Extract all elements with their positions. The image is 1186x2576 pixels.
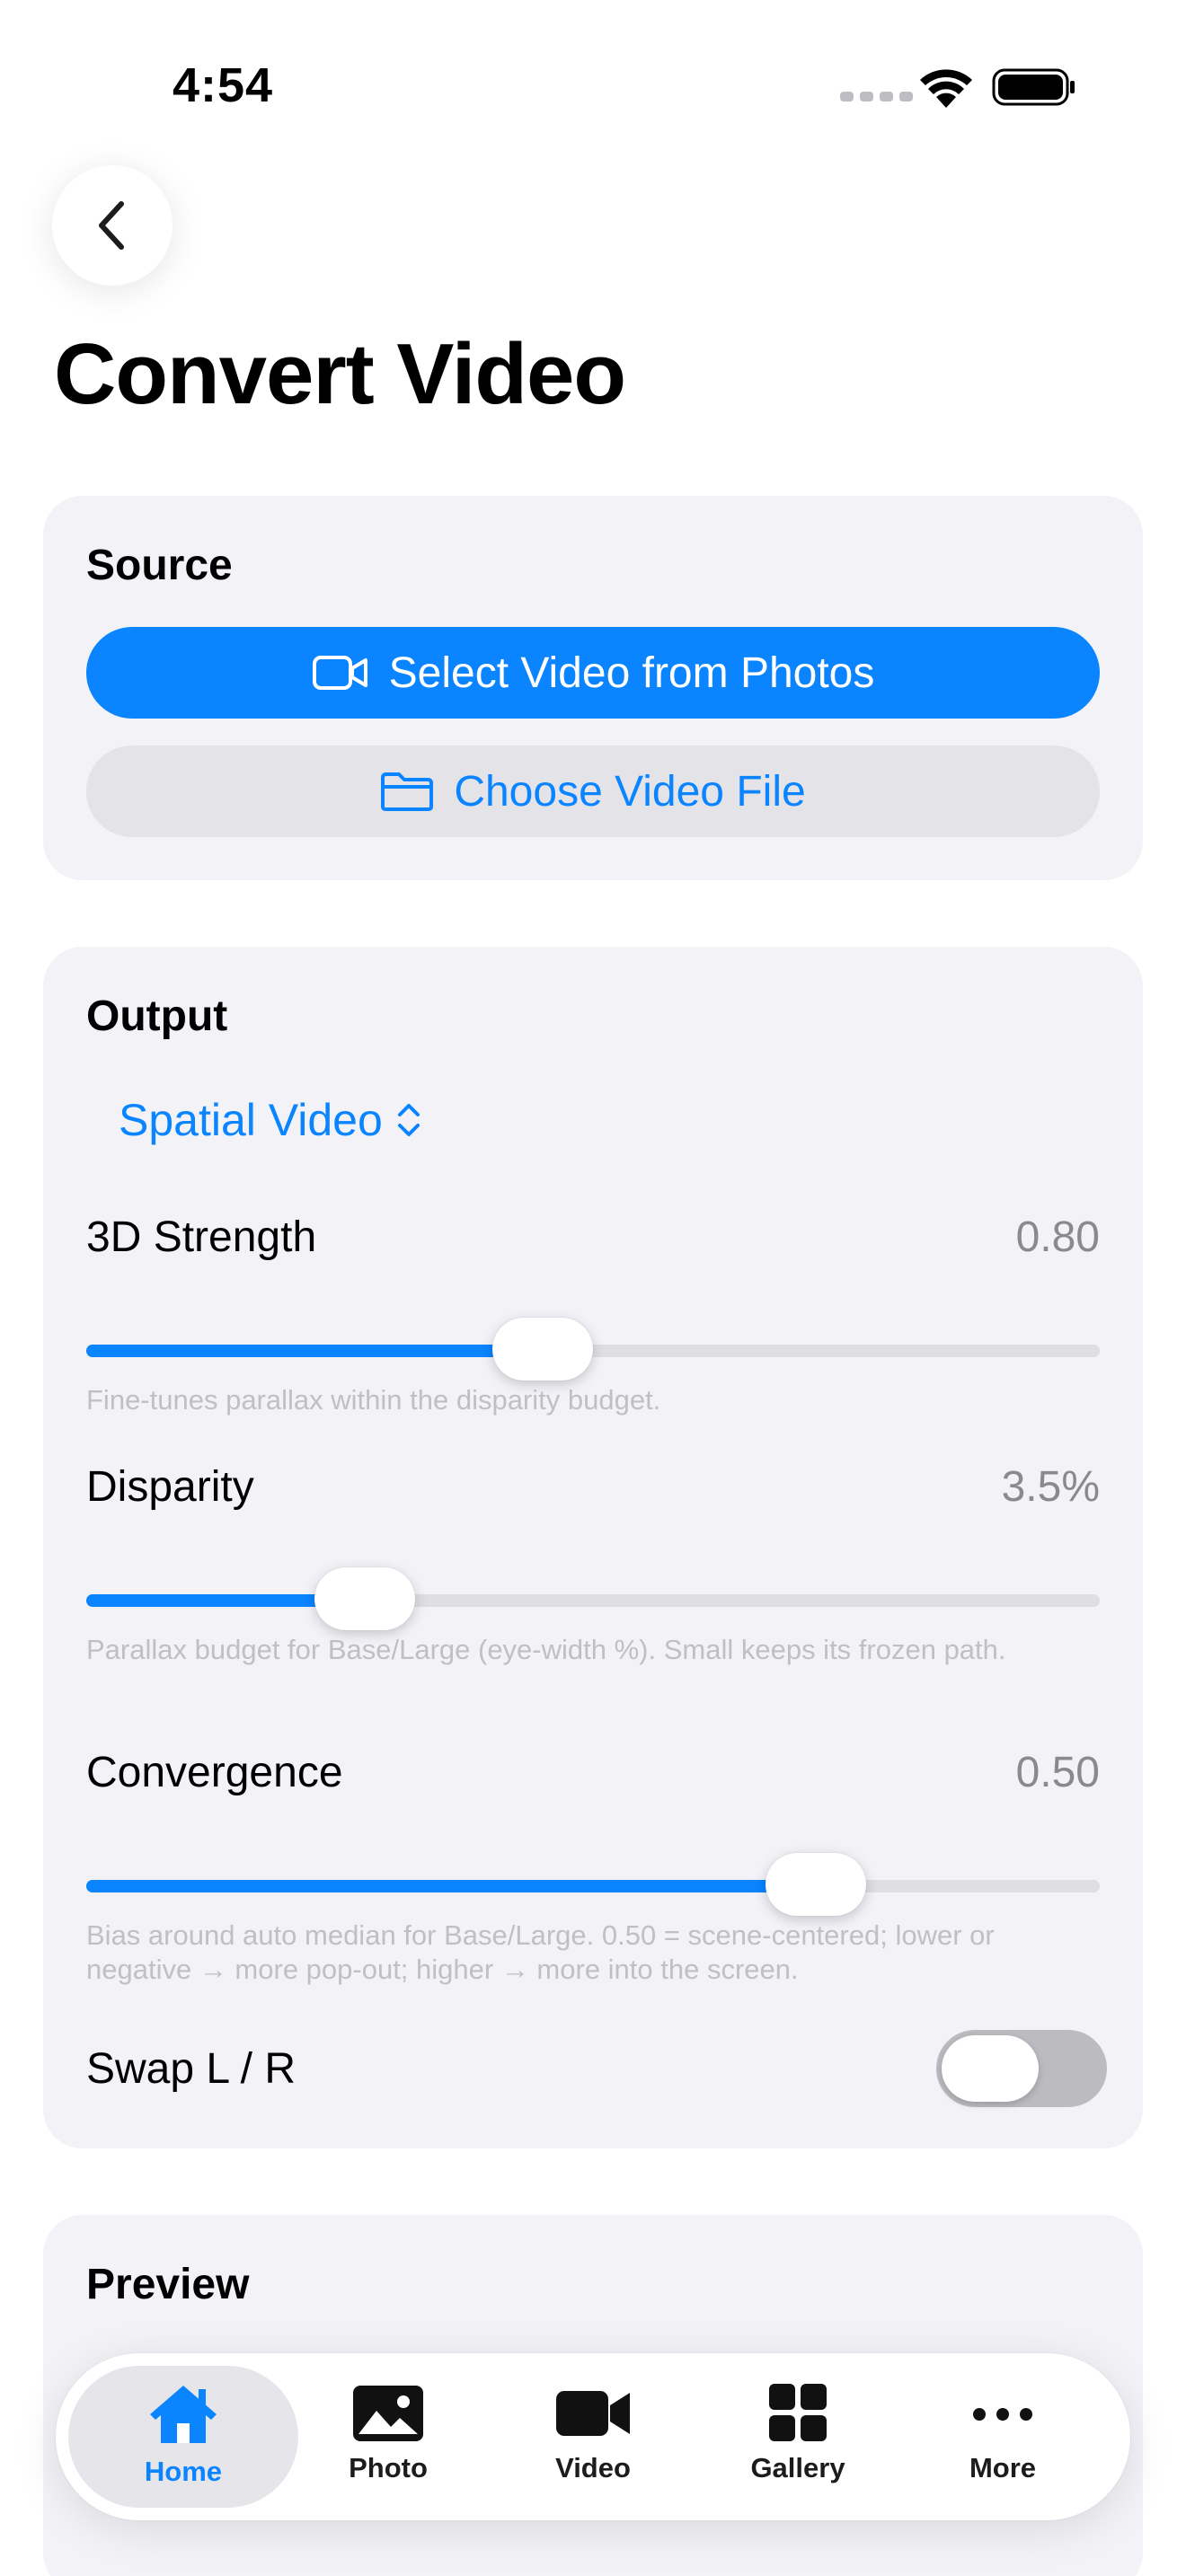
folder-icon — [381, 772, 434, 811]
toggle-knob — [942, 2035, 1039, 2102]
tab-more[interactable]: More — [913, 2353, 1093, 2520]
tab-label: Video — [555, 2452, 631, 2483]
video-camera-icon — [312, 656, 367, 690]
swap-label: Swap L / R — [86, 2045, 296, 2093]
house-icon — [150, 2386, 217, 2443]
video-camera-icon — [556, 2391, 630, 2436]
wifi-icon — [920, 69, 972, 108]
swap-toggle[interactable] — [936, 2030, 1107, 2107]
tab-home[interactable]: Home — [93, 2353, 273, 2520]
tab-label: More — [969, 2452, 1037, 2483]
photo-icon — [353, 2386, 423, 2441]
source-title: Source — [86, 542, 233, 589]
chevron-left-icon — [99, 201, 124, 250]
status-bar: 4:54 — [0, 0, 1186, 171]
disparity-label: Disparity — [86, 1463, 254, 1511]
disparity-value: 3.5% — [1001, 1463, 1100, 1511]
strength-help: Fine-tunes parallax within the disparity… — [86, 1384, 661, 1416]
output-format-picker[interactable]: Spatial Video — [119, 1094, 422, 1146]
output-title: Output — [86, 992, 228, 1040]
strength-value: 0.80 — [1015, 1213, 1100, 1261]
tab-video[interactable]: Video — [503, 2353, 683, 2520]
convergence-label: Convergence — [86, 1749, 343, 1796]
page-title: Convert Video — [54, 326, 626, 422]
disparity-help: Parallax budget for Base/Large (eye-widt… — [86, 1634, 1006, 1665]
select-video-from-photos-button[interactable]: Select Video from Photos — [86, 627, 1100, 719]
tab-label: Home — [144, 2456, 223, 2487]
chevron-up-down-icon — [397, 1104, 420, 1136]
slider-fill — [86, 1345, 543, 1357]
tab-label: Photo — [349, 2452, 428, 2483]
convergence-help: Bias around auto median for Base/Large. … — [86, 1919, 995, 1985]
strength-label: 3D Strength — [86, 1213, 317, 1261]
choose-video-file-button[interactable]: Choose Video File — [86, 745, 1100, 837]
choose-file-label: Choose Video File — [454, 767, 806, 816]
back-button[interactable] — [52, 165, 173, 286]
slider-fill — [86, 1880, 817, 1892]
status-time: 4:54 — [173, 58, 274, 112]
grid-icon — [769, 2384, 827, 2441]
tab-gallery[interactable]: Gallery — [708, 2353, 888, 2520]
source-card: Source Select Video from Photos Choose V… — [43, 496, 1143, 880]
tab-photo[interactable]: Photo — [298, 2353, 478, 2520]
select-video-label: Select Video from Photos — [388, 648, 875, 697]
output-format-value: Spatial Video — [119, 1095, 383, 1145]
tab-label: Gallery — [750, 2452, 845, 2483]
battery-icon — [992, 68, 1075, 106]
convergence-value: 0.50 — [1015, 1749, 1100, 1796]
ellipsis-icon — [973, 2408, 1032, 2421]
strength-slider[interactable] — [86, 1318, 1100, 1381]
output-card: Output Spatial Video 3D Strength 0.80 Fi… — [43, 947, 1143, 2148]
tab-bar: Home Photo Video Gallery More — [56, 2353, 1130, 2520]
slider-thumb[interactable] — [314, 1567, 416, 1630]
preview-title: Preview — [86, 2261, 250, 2308]
disparity-slider[interactable] — [86, 1567, 1100, 1630]
slider-thumb[interactable] — [766, 1853, 867, 1916]
convergence-slider[interactable] — [86, 1853, 1100, 1916]
cellular-signal-icon — [840, 92, 913, 101]
slider-thumb[interactable] — [491, 1318, 593, 1381]
